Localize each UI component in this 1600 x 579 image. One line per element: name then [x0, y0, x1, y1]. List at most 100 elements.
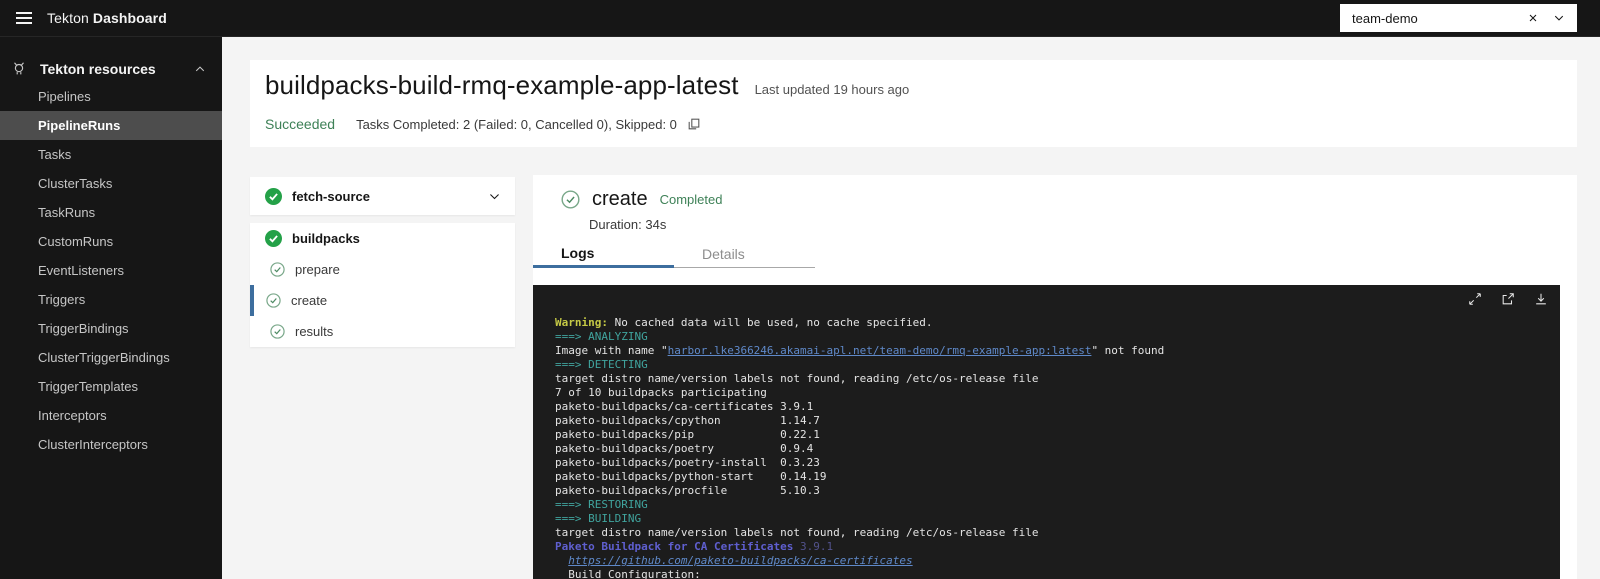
- log-text: paketo-buildpacks/ca-certificates 3.9.1: [555, 400, 813, 413]
- sidebar-item-tasks[interactable]: Tasks: [0, 140, 222, 169]
- log-line: ===> RESTORING: [555, 498, 1552, 512]
- log-text: target distro name/version labels not fo…: [555, 526, 1038, 539]
- check-circle-outline-icon: [270, 262, 285, 277]
- namespace-value: team-demo: [1352, 11, 1418, 26]
- step-duration: Duration: 34s: [589, 217, 666, 232]
- log-line: paketo-buildpacks/procfile 5.10.3: [555, 484, 1552, 498]
- log-line: ===> BUILDING: [555, 512, 1552, 526]
- log-text: ===> BUILDING: [555, 512, 641, 525]
- sidebar-item-pipelineruns[interactable]: PipelineRuns: [0, 111, 222, 140]
- namespace-selector[interactable]: team-demo: [1340, 4, 1577, 32]
- sidebar-item-clustertriggerbindings[interactable]: ClusterTriggerBindings: [0, 343, 222, 372]
- step-detail-panel: create Completed Duration: 34s Logs Deta…: [533, 175, 1577, 579]
- log-line: paketo-buildpacks/poetry-install 0.3.23: [555, 456, 1552, 470]
- app-title: TektonDashboard: [47, 10, 167, 26]
- step-status-label: Completed: [660, 192, 723, 207]
- sidebar-item-clustertasks[interactable]: ClusterTasks: [0, 169, 222, 198]
- main-content: buildpacks-build-rmq-example-app-latest …: [222, 37, 1600, 579]
- copy-icon[interactable]: [687, 117, 701, 131]
- step-name: prepare: [295, 262, 340, 277]
- log-text: paketo-buildpacks/pip 0.22.1: [555, 428, 820, 441]
- log-line: paketo-buildpacks/python-start 0.14.19: [555, 470, 1552, 484]
- task-buildpacks: buildpacks prepare create results: [250, 223, 515, 347]
- top-bar: TektonDashboard team-demo: [0, 0, 1600, 37]
- log-text: ===> RESTORING: [555, 498, 648, 511]
- sidebar: Tekton resources Pipelines PipelineRuns …: [0, 37, 222, 579]
- chevron-up-icon[interactable]: [194, 63, 206, 75]
- log-line: paketo-buildpacks/ca-certificates 3.9.1: [555, 400, 1552, 414]
- log-text: Warning:: [555, 316, 608, 329]
- log-line: paketo-buildpacks/pip 0.22.1: [555, 428, 1552, 442]
- check-circle-outline-icon: [270, 324, 285, 339]
- log-line: Paketo Buildpack for CA Certificates 3.9…: [555, 540, 1552, 554]
- log-line: Build Configuration:: [555, 568, 1552, 579]
- sidebar-section-tekton-resources[interactable]: Tekton resources: [0, 55, 222, 82]
- close-icon[interactable]: [1527, 12, 1539, 24]
- app-title-prefix: Tekton: [47, 10, 89, 26]
- log-text: paketo-buildpacks/python-start 0.14.19: [555, 470, 827, 483]
- step-name: create: [291, 293, 327, 308]
- sidebar-section-label: Tekton resources: [40, 61, 156, 77]
- task-buildpacks-header[interactable]: buildpacks: [250, 223, 515, 254]
- log-line: ===> ANALYZING: [555, 330, 1552, 344]
- sidebar-nav: Pipelines PipelineRuns Tasks ClusterTask…: [0, 82, 222, 459]
- log-line: paketo-buildpacks/cpython 1.14.7: [555, 414, 1552, 428]
- step-detail-title: create: [592, 188, 648, 211]
- log-line: paketo-buildpacks/poetry 0.9.4: [555, 442, 1552, 456]
- pipelinerun-header-card: buildpacks-build-rmq-example-app-latest …: [250, 60, 1577, 147]
- log-text: ===> ANALYZING: [555, 330, 648, 343]
- log-text: Image with name ": [555, 344, 668, 357]
- log-panel: Warning: No cached data will be used, no…: [533, 285, 1560, 579]
- log-text: Build Configuration:: [555, 568, 701, 579]
- log-text: No cached data will be used, no cache sp…: [608, 316, 933, 329]
- chevron-down-icon[interactable]: [488, 190, 501, 203]
- sidebar-item-taskruns[interactable]: TaskRuns: [0, 198, 222, 227]
- log-text: ===> DETECTING: [555, 358, 648, 371]
- app-title-bold: Dashboard: [93, 10, 167, 26]
- log-text: paketo-buildpacks/procfile 5.10.3: [555, 484, 820, 497]
- tasks-summary: Tasks Completed: 2 (Failed: 0, Cancelled…: [356, 117, 677, 132]
- log-line: https://github.com/paketo-buildpacks/ca-…: [555, 554, 1552, 568]
- sidebar-item-pipelines[interactable]: Pipelines: [0, 82, 222, 111]
- sidebar-item-eventlisteners[interactable]: EventListeners: [0, 256, 222, 285]
- step-results[interactable]: results: [250, 316, 515, 347]
- menu-icon[interactable]: [0, 0, 47, 37]
- log-text: 3.9.1: [793, 540, 833, 553]
- step-name: results: [295, 324, 333, 339]
- sidebar-item-clusterinterceptors[interactable]: ClusterInterceptors: [0, 430, 222, 459]
- check-circle-outline-icon: [266, 293, 281, 308]
- tab-logs[interactable]: Logs: [533, 240, 674, 268]
- log-text: 7 of 10 buildpacks participating: [555, 386, 767, 399]
- detail-tabs: Logs Details: [533, 240, 815, 268]
- log-line: Image with name "harbor.lke366246.akamai…: [555, 344, 1552, 358]
- task-fetch-source[interactable]: fetch-source: [250, 177, 515, 215]
- tab-details[interactable]: Details: [674, 240, 815, 268]
- log-text: target distro name/version labels not fo…: [555, 372, 1038, 385]
- sidebar-item-triggers[interactable]: Triggers: [0, 285, 222, 314]
- check-circle-filled-icon: [265, 188, 282, 205]
- download-icon[interactable]: [1534, 292, 1548, 306]
- log-text: [555, 554, 568, 567]
- log-text: paketo-buildpacks/poetry-install 0.3.23: [555, 456, 820, 469]
- sidebar-item-triggertemplates[interactable]: TriggerTemplates: [0, 372, 222, 401]
- log-line: ===> DETECTING: [555, 358, 1552, 372]
- step-create[interactable]: create: [250, 285, 515, 316]
- sidebar-item-triggerbindings[interactable]: TriggerBindings: [0, 314, 222, 343]
- check-circle-filled-icon: [265, 230, 282, 247]
- chevron-down-icon[interactable]: [1553, 12, 1565, 24]
- log-text: Paketo Buildpack for CA Certificates: [555, 540, 793, 553]
- log-line: target distro name/version labels not fo…: [555, 372, 1552, 386]
- sidebar-item-interceptors[interactable]: Interceptors: [0, 401, 222, 430]
- log-link[interactable]: harbor.lke366246.akamai-apl.net/team-dem…: [668, 344, 1092, 357]
- log-link[interactable]: https://github.com/paketo-buildpacks/ca-…: [568, 554, 912, 567]
- sidebar-item-customruns[interactable]: CustomRuns: [0, 227, 222, 256]
- step-prepare[interactable]: prepare: [250, 254, 515, 285]
- launch-icon[interactable]: [1501, 292, 1515, 306]
- page-title: buildpacks-build-rmq-example-app-latest: [265, 70, 739, 101]
- log-content: Warning: No cached data will be used, no…: [555, 316, 1552, 579]
- log-text: paketo-buildpacks/cpython 1.14.7: [555, 414, 820, 427]
- tekton-logo-icon: [10, 60, 28, 78]
- log-line: 7 of 10 buildpacks participating: [555, 386, 1552, 400]
- status-badge: Succeeded: [265, 116, 335, 132]
- maximize-icon[interactable]: [1468, 292, 1482, 306]
